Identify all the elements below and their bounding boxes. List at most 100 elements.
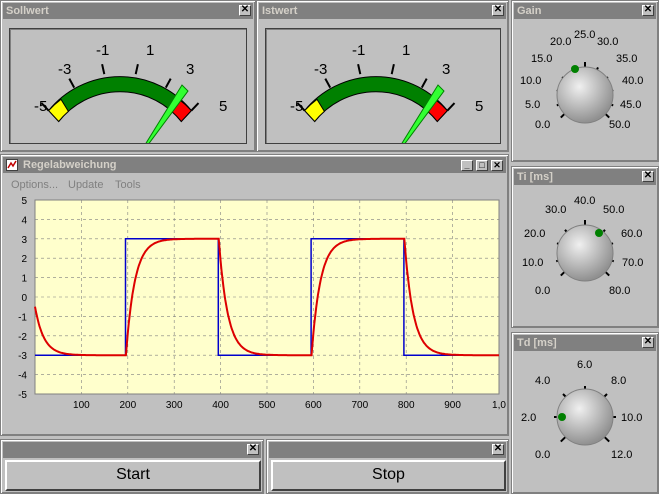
- gain-panel: Gain ✕ 0.0 5.0 10.0 15.0 20.0 25.0 30.0 …: [511, 0, 659, 162]
- close-icon[interactable]: ✕: [239, 5, 251, 16]
- knob-tick-label: 60.0: [621, 228, 642, 240]
- td-titlebar: Td [ms] ✕: [514, 335, 656, 351]
- td-knob[interactable]: 0.0 2.0 4.0 6.0 8.0 10.0 12.0: [512, 353, 658, 493]
- knob-tick-label: 10.0: [520, 75, 541, 87]
- gauge-tick-label: 3: [442, 61, 450, 78]
- istwert-meter: -5 -3 -1 1 3 5: [265, 28, 501, 170]
- knob-tick-label: 4.0: [535, 375, 550, 387]
- gauge-tick-label: -3: [58, 61, 71, 78]
- minimize-icon[interactable]: _: [461, 160, 473, 171]
- regel-window: Regelabweichung _ □ ✕ Options... Update …: [0, 154, 509, 436]
- knob-tick-label: 20.0: [550, 36, 571, 48]
- ti-title: Ti [ms]: [517, 171, 553, 183]
- knob-indicator: [595, 229, 603, 237]
- y-tick-label: 5: [21, 196, 27, 207]
- gauge-tick-label: -5: [290, 98, 303, 115]
- menu-options[interactable]: Options...: [11, 179, 58, 191]
- close-icon[interactable]: ✕: [247, 444, 259, 455]
- close-icon[interactable]: ✕: [642, 171, 654, 182]
- knob-tick-label: 15.0: [531, 53, 552, 65]
- knob-tick-label: 0.0: [535, 119, 550, 131]
- x-tick-label: 300: [166, 400, 183, 411]
- knob-tick-label: 8.0: [611, 375, 626, 387]
- knob-indicator: [558, 413, 566, 421]
- istwert-panel: Istwert ✕ -5 -3 -1 1 3 5: [256, 0, 509, 170]
- gauge-tick-label: -3: [314, 61, 327, 78]
- y-tick-label: -3: [18, 351, 27, 362]
- y-ticks: 5 4 3 2 1 0 -1 -2 -3 -4 -5: [18, 196, 27, 401]
- maximize-icon[interactable]: □: [476, 160, 488, 171]
- x-tick-label: 200: [119, 400, 136, 411]
- x-tick-label: 700: [351, 400, 368, 411]
- knob-tick-label: 0.0: [535, 285, 550, 297]
- knob-tick-label: 30.0: [597, 36, 618, 48]
- y-tick-label: -5: [18, 390, 27, 401]
- knob-tick-label: 40.0: [622, 75, 643, 87]
- gauge-tick-label: 1: [146, 42, 154, 59]
- regel-title: Regelabweichung: [23, 159, 117, 171]
- sollwert-titlebar: Sollwert ✕: [3, 3, 253, 19]
- x-tick-label: 100: [73, 400, 90, 411]
- sollwert-gauge: -5 -3 -1 1 3 5: [34, 42, 227, 170]
- close-icon[interactable]: ✕: [491, 160, 503, 171]
- istwert-titlebar: Istwert ✕: [259, 3, 506, 19]
- x-tick-label: 400: [212, 400, 229, 411]
- menu-update[interactable]: Update: [68, 179, 103, 191]
- x-tick-label: 900: [444, 400, 461, 411]
- close-icon[interactable]: ✕: [642, 337, 654, 348]
- istwert-gauge: -5 -3 -1 1 3 5: [290, 42, 483, 170]
- y-tick-label: 1: [21, 274, 27, 285]
- gauge-tick-label: 5: [219, 98, 227, 115]
- x-ticks: 100 200 300 400 500 600 700 800 900 1,0: [73, 400, 506, 411]
- knob-tick-label: 45.0: [620, 99, 641, 111]
- stop-panel: ✕ Stop: [266, 439, 509, 494]
- sollwert-meter: -5 -3 -1 1 3 5: [9, 28, 247, 170]
- start-titlebar: ✕: [3, 442, 261, 458]
- knob-tick-label: 80.0: [609, 285, 630, 297]
- x-tick-label: 500: [259, 400, 276, 411]
- knob-tick-label: 12.0: [611, 449, 632, 461]
- knob-tick-label: 50.0: [603, 204, 624, 216]
- knob-tick-label: 0.0: [535, 449, 550, 461]
- y-tick-label: -4: [18, 371, 27, 382]
- close-icon[interactable]: ✕: [492, 444, 504, 455]
- stop-titlebar: ✕: [269, 442, 506, 458]
- knob-tick-label: 70.0: [622, 257, 643, 269]
- close-icon[interactable]: ✕: [492, 5, 504, 16]
- knob-tick-label: 6.0: [577, 359, 592, 371]
- y-tick-label: 3: [21, 235, 27, 246]
- regel-chart: 5 4 3 2 1 0 -1 -2 -3 -4 -5 100 200 300 400 500 600 700 80…: [18, 196, 506, 411]
- y-tick-label: -1: [18, 312, 27, 323]
- sollwert-panel: Sollwert ✕ -5 -3 -1 1 3 5: [0, 0, 256, 170]
- knob-tick-label: 20.0: [524, 228, 545, 240]
- y-tick-label: -2: [18, 332, 27, 343]
- regel-titlebar: Regelabweichung _ □ ✕: [3, 157, 506, 173]
- start-button[interactable]: Start: [5, 460, 261, 491]
- gauge-tick-label: 5: [475, 98, 483, 115]
- knob-tick-label: 5.0: [525, 99, 540, 111]
- knob-tick-label: 25.0: [574, 29, 595, 41]
- knob-indicator: [571, 65, 579, 73]
- y-tick-label: 4: [21, 215, 27, 226]
- knob-tick-label: 2.0: [521, 412, 536, 424]
- close-icon[interactable]: ✕: [642, 5, 654, 16]
- knob-body[interactable]: [556, 224, 614, 282]
- ti-knob[interactable]: 0.0 10.0 20.0 30.0 40.0 50.0 60.0 70.0 8…: [512, 187, 658, 327]
- td-title: Td [ms]: [517, 337, 557, 349]
- start-panel: ✕ Start: [0, 439, 264, 494]
- menu-tools[interactable]: Tools: [115, 179, 141, 191]
- gauge-tick-label: 3: [186, 61, 194, 78]
- knob-tick-label: 10.0: [522, 257, 543, 269]
- app-icon: [6, 159, 18, 171]
- td-panel: Td [ms] ✕ 0.0 2.0 4.0 6.0 8.0 10.0 12.0: [511, 332, 659, 494]
- knob-tick-label: 35.0: [616, 53, 637, 65]
- knob-body[interactable]: [556, 66, 614, 124]
- ti-panel: Ti [ms] ✕ 0.0 10.0 20.0 30.0 40.0 50.0 6…: [511, 166, 659, 328]
- gauge-tick-label: -1: [96, 42, 109, 59]
- x-tick-label: 600: [305, 400, 322, 411]
- istwert-title: Istwert: [262, 5, 298, 17]
- gain-knob[interactable]: 0.0 5.0 10.0 15.0 20.0 25.0 30.0 35.0 40…: [512, 21, 658, 161]
- y-tick-label: 2: [21, 254, 27, 265]
- x-tick-label: 800: [398, 400, 415, 411]
- stop-button[interactable]: Stop: [271, 460, 506, 491]
